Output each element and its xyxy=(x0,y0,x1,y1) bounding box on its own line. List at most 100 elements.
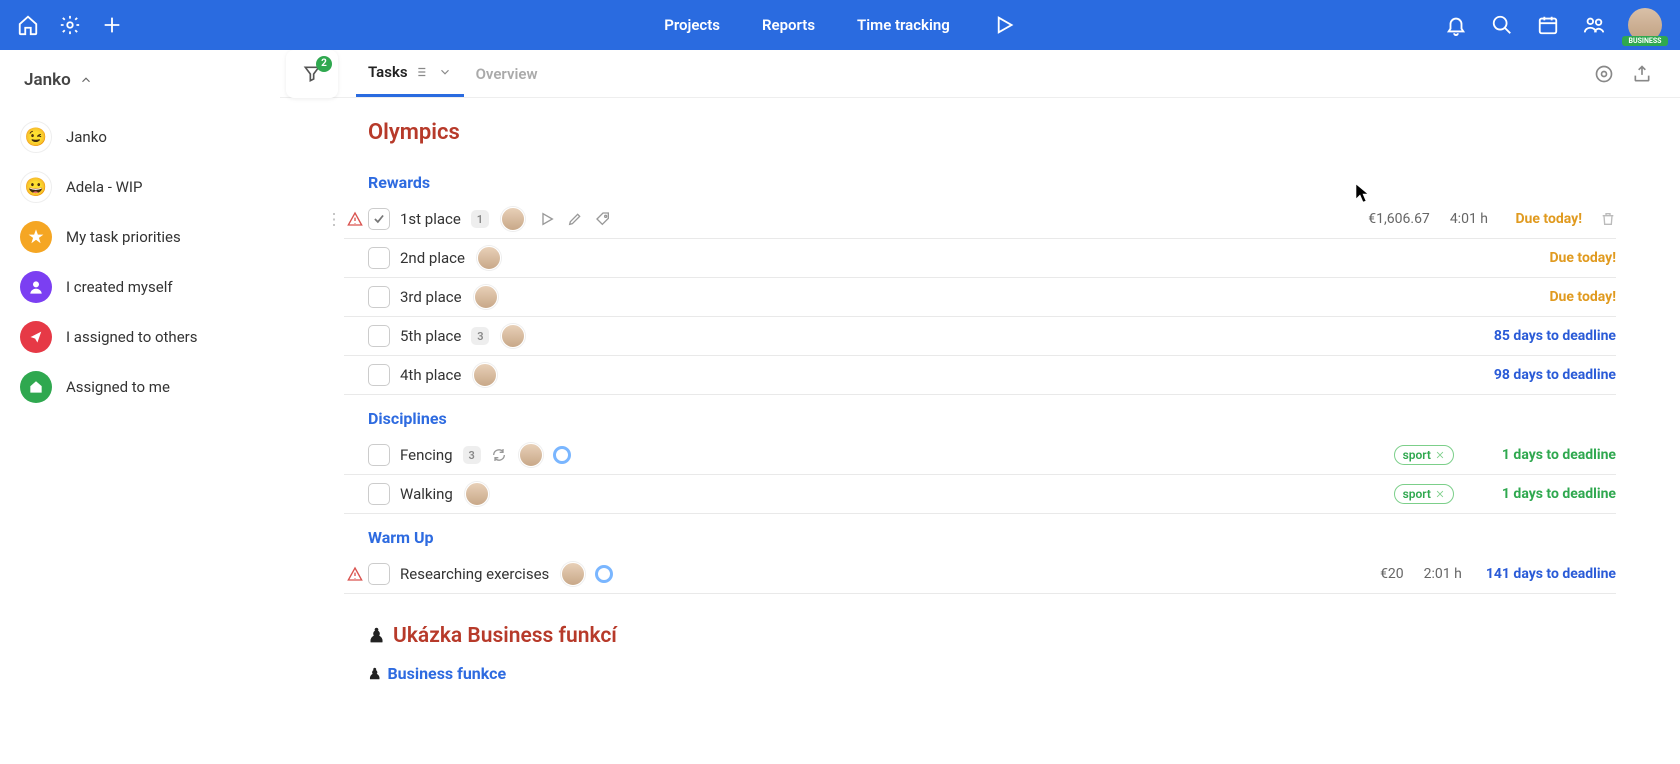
sidebar-item-4[interactable]: I assigned to others xyxy=(16,312,263,362)
task-checkbox[interactable] xyxy=(368,286,390,308)
search-icon[interactable] xyxy=(1490,13,1514,37)
assignee-avatar[interactable] xyxy=(561,562,585,586)
task-row[interactable]: ⋮Walkingsport1 days to deadline xyxy=(344,475,1616,514)
tag-label: sport xyxy=(1403,448,1431,462)
sidebar-item-5[interactable]: Assigned to me xyxy=(16,362,263,412)
project-title[interactable]: Olympics xyxy=(368,120,1616,145)
bell-icon[interactable] xyxy=(1444,13,1468,37)
sidebar-item-1[interactable]: 😀 Adela - WIP xyxy=(16,162,263,212)
subtask-count-badge: 3 xyxy=(471,327,489,345)
tab-overview[interactable]: Overview xyxy=(464,50,550,97)
task-price: €1,606.67 xyxy=(1368,211,1430,227)
nav-projects[interactable]: Projects xyxy=(664,16,720,34)
home-icon[interactable] xyxy=(16,13,40,37)
emoji-icon: 😀 xyxy=(20,171,52,203)
task-name: Researching exercises xyxy=(400,565,549,583)
task-time: 4:01 h xyxy=(1450,211,1488,227)
task-row[interactable]: ⋮3rd placeDue today! xyxy=(344,278,1616,317)
task-name: 4th place xyxy=(400,366,461,384)
play-icon[interactable] xyxy=(539,211,555,227)
sidebar-item-label: Assigned to me xyxy=(66,378,170,396)
section-title[interactable]: Rewards xyxy=(368,173,1616,192)
sidebar-item-label: Janko xyxy=(66,128,107,146)
tag-icon[interactable] xyxy=(595,211,611,227)
gear-icon[interactable] xyxy=(58,13,82,37)
sidebar-item-2[interactable]: My task priorities xyxy=(16,212,263,262)
task-checkbox[interactable] xyxy=(368,483,390,505)
task-name: 3rd place xyxy=(400,288,462,306)
nav-reports[interactable]: Reports xyxy=(762,16,815,34)
export-icon[interactable] xyxy=(1632,64,1652,84)
assignee-avatar[interactable] xyxy=(473,363,497,387)
project-title[interactable]: Ukázka Business funkcí xyxy=(368,624,1616,648)
task-time: 2:01 h xyxy=(1424,566,1462,582)
home-icon xyxy=(20,371,52,403)
task-name: Fencing xyxy=(400,446,453,464)
sidebar-item-label: Adela - WIP xyxy=(66,178,142,196)
tab-tasks[interactable]: Tasks xyxy=(356,50,464,97)
assignee-avatar[interactable] xyxy=(477,246,501,270)
topbar-right xyxy=(1444,8,1680,42)
assignee-avatar[interactable] xyxy=(465,482,489,506)
section-title[interactable]: Business funkce xyxy=(368,664,1616,683)
assignee-avatar[interactable] xyxy=(501,207,525,231)
task-checkbox[interactable] xyxy=(368,563,390,585)
task-deadline: Due today! xyxy=(1546,250,1616,266)
section-title[interactable]: Disciplines xyxy=(368,409,1616,428)
calendar-icon[interactable] xyxy=(1536,13,1560,37)
edit-icon[interactable] xyxy=(567,211,583,227)
settings-icon[interactable] xyxy=(1594,64,1614,84)
plus-icon[interactable] xyxy=(100,13,124,37)
task-deadline: 85 days to deadline xyxy=(1494,328,1616,344)
task-hover-tools xyxy=(539,211,611,227)
assignee-avatar[interactable] xyxy=(501,324,525,348)
task-checkbox[interactable] xyxy=(368,364,390,386)
task-row[interactable]: ⋮Fencing3sport1 days to deadline xyxy=(344,436,1616,475)
sidebar-item-3[interactable]: I created myself xyxy=(16,262,263,312)
nav-time-tracking[interactable]: Time tracking xyxy=(857,16,950,34)
task-row[interactable]: ⋮2nd placeDue today! xyxy=(344,239,1616,278)
task-name: 2nd place xyxy=(400,249,465,267)
sidebar-item-label: My task priorities xyxy=(66,228,181,246)
task-row[interactable]: ⋮4th place98 days to deadline xyxy=(344,356,1616,395)
close-icon[interactable] xyxy=(1435,450,1445,460)
trash-icon[interactable] xyxy=(1600,211,1616,227)
task-price: €20 xyxy=(1380,566,1404,582)
task-deadline: Due today! xyxy=(1512,211,1582,227)
people-icon[interactable] xyxy=(1582,13,1606,37)
task-deadline: Due today! xyxy=(1546,289,1616,305)
sidebar-item-0[interactable]: 😉Janko xyxy=(16,112,263,162)
task-list-content: OlympicsRewards⋮1st place1€1,606.674:01 … xyxy=(280,98,1680,764)
assignee-avatar[interactable] xyxy=(519,443,543,467)
task-checkbox[interactable] xyxy=(368,208,390,230)
play-icon[interactable] xyxy=(992,13,1016,37)
chevron-down-icon xyxy=(438,65,452,79)
workspace-name: Janko xyxy=(24,70,71,90)
task-checkbox[interactable] xyxy=(368,247,390,269)
task-row[interactable]: ⋮1st place1€1,606.674:01 hDue today! xyxy=(344,200,1616,239)
person-icon xyxy=(20,271,52,303)
task-row[interactable]: ⋮5th place385 days to deadline xyxy=(344,317,1616,356)
main-area: 2 Tasks Overview OlympicsRewards⋮1st pla… xyxy=(280,50,1680,764)
assignee-avatar[interactable] xyxy=(474,285,498,309)
task-checkbox[interactable] xyxy=(368,444,390,466)
close-icon[interactable] xyxy=(1435,489,1445,499)
warning-icon xyxy=(346,566,364,582)
filter-button[interactable]: 2 xyxy=(286,50,338,98)
section-title[interactable]: Warm Up xyxy=(368,528,1616,547)
task-name: 5th place xyxy=(400,327,461,345)
topbar-left xyxy=(0,13,124,37)
task-row[interactable]: ⋮Researching exercises€202:01 h141 days … xyxy=(344,555,1616,594)
filter-count-badge: 2 xyxy=(316,56,332,72)
avatar[interactable] xyxy=(1628,8,1662,42)
task-deadline: 98 days to deadline xyxy=(1494,367,1616,383)
drag-handle-icon[interactable]: ⋮ xyxy=(326,210,342,229)
progress-ring-icon xyxy=(595,565,613,583)
tab-tasks-label: Tasks xyxy=(368,63,408,81)
task-checkbox[interactable] xyxy=(368,325,390,347)
tag-chip[interactable]: sport xyxy=(1394,484,1454,504)
chevron-up-icon xyxy=(79,73,93,87)
tag-chip[interactable]: sport xyxy=(1394,445,1454,465)
workspace-switcher[interactable]: Janko xyxy=(24,70,263,90)
share-icon xyxy=(20,321,52,353)
